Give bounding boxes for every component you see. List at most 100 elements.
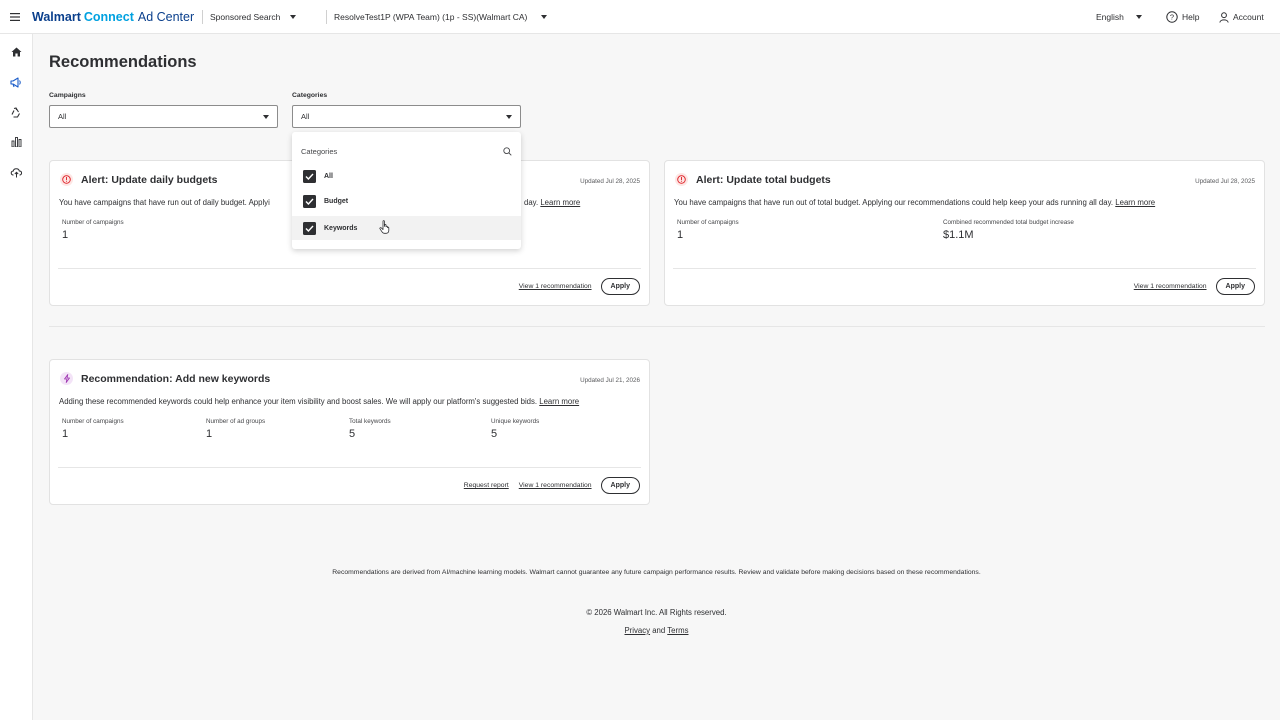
header-divider	[326, 10, 327, 24]
account-selector[interactable]: ResolveTest1P (WPA Team) (1p - SS)(Walma…	[334, 0, 548, 34]
ai-disclaimer: Recommendations are derived from AI/mach…	[332, 569, 981, 576]
card-description: You have campaigns that have run out of …	[59, 198, 580, 207]
help-link[interactable]: ? Help	[1166, 0, 1199, 34]
description-tail: day. Learn more	[524, 198, 580, 207]
search-icon	[503, 146, 512, 156]
card-title: Recommendation: Add new keywords	[60, 372, 270, 385]
main-content: Recommendations Campaigns All Categories…	[33, 34, 1280, 720]
total-budgets-card: Alert: Update total budgets Updated Jul …	[664, 160, 1265, 306]
lightning-icon	[60, 372, 73, 385]
view-recommendation-link[interactable]: View 1 recommendation	[519, 482, 592, 489]
product-selector[interactable]: Sponsored Search	[210, 0, 297, 34]
description-text: Adding these recommended keywords could …	[59, 397, 538, 406]
metric-campaigns: Number of campaigns 1	[62, 219, 124, 241]
checkbox-checked[interactable]	[303, 194, 316, 208]
metric-value: 5	[349, 428, 356, 440]
request-report-link[interactable]: Request report	[464, 482, 509, 489]
megaphone-icon[interactable]	[9, 75, 23, 89]
chevron-down-icon	[263, 114, 269, 119]
card-description: You have campaigns that have run out of …	[674, 198, 1155, 207]
account-link[interactable]: Account	[1219, 0, 1264, 34]
card-actions: Request report View 1 recommendation App…	[454, 477, 640, 494]
bar-chart-icon[interactable]	[9, 135, 23, 149]
category-option-budget[interactable]: Budget	[292, 189, 521, 213]
updated-date: Updated Jul 21, 2026	[580, 377, 640, 384]
language-selector[interactable]: English	[1096, 0, 1142, 34]
recycle-icon[interactable]	[9, 105, 23, 119]
metric-label: Number of campaigns	[62, 418, 124, 425]
metric-value: 1	[206, 428, 213, 440]
metric-value: 1	[62, 428, 69, 440]
footer-links: Privacy and Terms	[33, 626, 1280, 635]
help-icon: ?	[1166, 11, 1178, 23]
option-label: Budget	[324, 197, 349, 205]
metric-value: 5	[491, 428, 498, 440]
learn-more-link[interactable]: Learn more	[1115, 198, 1155, 207]
learn-more-link[interactable]: Learn more	[540, 198, 580, 207]
check-icon	[305, 225, 314, 232]
page-title: Recommendations	[49, 53, 197, 71]
view-recommendation-link[interactable]: View 1 recommendation	[519, 283, 592, 290]
copyright: © 2026 Walmart Inc. All Rights reserved.	[586, 608, 727, 617]
card-divider	[673, 268, 1256, 269]
metric-campaigns: Number of campaigns 1	[62, 418, 124, 440]
brand-connect: Connect	[83, 10, 134, 24]
campaigns-select[interactable]: All	[49, 105, 278, 128]
category-option-keywords[interactable]: Keywords	[292, 216, 521, 240]
top-bar: Walmart Connect Ad Center Sponsored Sear…	[0, 0, 1280, 34]
card-description: Adding these recommended keywords could …	[59, 397, 579, 406]
checkbox-checked[interactable]	[303, 221, 316, 235]
metric-value: $1.1M	[943, 229, 974, 241]
header-divider	[202, 10, 203, 24]
chevron-down-icon	[1135, 15, 1142, 19]
category-option-all[interactable]: All	[292, 164, 521, 188]
metric-label: Unique keywords	[491, 418, 540, 425]
metric-budget-increase: Combined recommended total budget increa…	[943, 219, 1074, 241]
new-keywords-card: Recommendation: Add new keywords Updated…	[49, 359, 650, 505]
option-label: All	[324, 172, 333, 180]
apply-button[interactable]: Apply	[1215, 278, 1255, 295]
apply-button[interactable]: Apply	[600, 477, 640, 494]
user-icon	[1219, 11, 1229, 23]
checkbox-checked[interactable]	[303, 169, 316, 183]
brand-walmart: Walmart	[32, 10, 81, 24]
updated-date: Updated Jul 28, 2025	[1195, 178, 1255, 185]
categories-search[interactable]: Categories	[301, 144, 512, 158]
metric-unique-keywords: Unique keywords 5	[491, 418, 539, 440]
categories-dropdown-menu: Categories All Budget Keywords	[292, 132, 521, 249]
card-divider	[58, 467, 641, 468]
categories-select-value: All	[301, 112, 310, 121]
help-label: Help	[1182, 12, 1200, 22]
card-title: Alert: Update daily budgets	[60, 173, 218, 186]
account-selector-label: ResolveTest1P (WPA Team) (1p - SS)(Walma…	[334, 12, 528, 22]
left-nav-rail	[0, 34, 33, 720]
categories-select[interactable]: All	[292, 105, 521, 128]
card-divider	[58, 268, 641, 269]
cloud-upload-icon[interactable]	[9, 165, 23, 179]
card-title-text: Recommendation: Add new keywords	[81, 372, 271, 385]
menu-icon[interactable]	[10, 0, 22, 34]
privacy-link[interactable]: Privacy	[624, 626, 650, 635]
campaigns-select-value: All	[58, 112, 67, 121]
hand-cursor-icon	[379, 220, 390, 234]
metric-label: Combined recommended total budget increa…	[943, 219, 1074, 226]
account-label: Account	[1233, 12, 1264, 22]
learn-more-link[interactable]: Learn more	[539, 397, 579, 406]
metric-value: 1	[677, 229, 684, 241]
metric-label: Number of campaigns	[677, 219, 739, 226]
categories-search-placeholder: Categories	[301, 146, 338, 156]
section-divider	[49, 326, 1265, 327]
chevron-down-icon	[506, 114, 512, 119]
home-icon[interactable]	[9, 45, 23, 59]
view-recommendation-link[interactable]: View 1 recommendation	[1134, 283, 1207, 290]
description-text: You have campaigns that have run out of …	[674, 198, 1114, 207]
chevron-down-icon	[541, 15, 548, 19]
metric-label: Number of campaigns	[62, 219, 124, 226]
language-label: English	[1096, 12, 1124, 22]
description-text: You have campaigns that have run out of …	[59, 198, 270, 207]
brand-logo[interactable]: Walmart Connect Ad Center	[32, 0, 194, 34]
card-title-text: Alert: Update total budgets	[696, 173, 831, 186]
apply-button[interactable]: Apply	[600, 278, 640, 295]
metric-total-keywords: Total keywords 5	[349, 418, 391, 440]
terms-link[interactable]: Terms	[667, 626, 688, 635]
